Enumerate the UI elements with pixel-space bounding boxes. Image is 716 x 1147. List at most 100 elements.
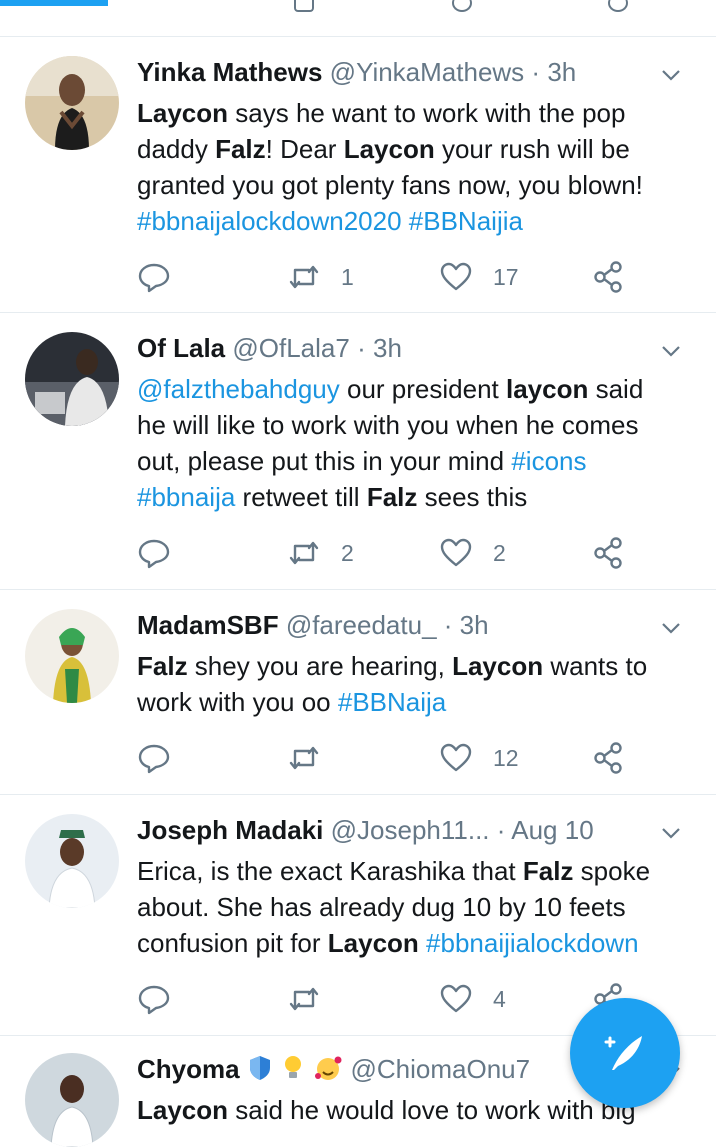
reply-button[interactable] — [137, 257, 191, 297]
chevron-down-icon[interactable] — [660, 340, 682, 362]
share-button[interactable] — [592, 533, 626, 573]
tweet-time[interactable]: 3h — [460, 610, 489, 640]
hashtag-link[interactable]: #bbnaijialockdown — [426, 928, 638, 958]
mention-keyword: laycon — [505, 374, 589, 404]
like-count: 12 — [493, 744, 519, 771]
like-count: 2 — [493, 539, 506, 566]
avatar[interactable] — [25, 814, 119, 908]
tweet-time[interactable]: 3h — [547, 57, 576, 87]
chevron-down-icon[interactable] — [660, 617, 682, 639]
like-button[interactable]: 17 — [439, 257, 519, 297]
heart-icon — [440, 743, 472, 772]
tweet-time[interactable]: 3h — [373, 333, 402, 363]
author-handle[interactable]: @ChiomaOnu7 — [351, 1054, 531, 1084]
retweet-count: 1 — [341, 263, 354, 290]
avatar[interactable] — [25, 1053, 119, 1147]
text-run: granted you got plenty fans now, you blo… — [137, 170, 643, 200]
chevron-down-icon[interactable] — [660, 822, 682, 844]
retweet-button[interactable] — [287, 979, 341, 1019]
heart-icon — [440, 262, 472, 291]
hashtag-link[interactable]: #bbnaijalockdown2020 — [137, 206, 402, 236]
hashtag-link[interactable]: #BBNaija — [338, 687, 446, 717]
text-run: our president — [339, 374, 506, 404]
text-run — [402, 206, 409, 236]
retweet-count: 2 — [341, 539, 354, 566]
like-button[interactable]: 2 — [439, 533, 506, 573]
text-run: your rush will be — [434, 134, 630, 164]
share-button[interactable] — [592, 257, 626, 297]
tweet-text-line: Erica, is the exact Karashika that Falz … — [137, 853, 686, 889]
like-button[interactable]: 4 — [439, 979, 506, 1019]
heart-icon — [452, 0, 472, 12]
retweet-icon — [289, 265, 319, 289]
retweet-button[interactable]: 1 — [287, 257, 354, 297]
text-run: retweet till — [235, 482, 367, 512]
tab-bar — [0, 0, 716, 37]
hashtag-link[interactable]: @falzthebahdguy — [137, 374, 340, 404]
author-handle[interactable]: @OfLala7 — [232, 333, 349, 363]
mention-keyword: Laycon — [452, 651, 544, 681]
tweet[interactable]: MadamSBF @fareedatu_ · 3h Falz shey you … — [0, 590, 716, 795]
mention-keyword: Laycon — [137, 1095, 229, 1125]
share-icon — [594, 261, 622, 293]
author-name[interactable]: MadamSBF — [137, 610, 279, 640]
tab-indicator — [0, 0, 108, 6]
avatar[interactable] — [25, 609, 119, 703]
author-name[interactable]: Yinka Mathews — [137, 57, 322, 87]
reply-icon — [138, 985, 170, 1015]
text-run: wants to — [543, 651, 648, 681]
reply-button[interactable] — [137, 979, 191, 1019]
tweet-text-line: #bbnaija retweet till Falz sees this — [137, 479, 686, 515]
tweet-header: Of Lala @OfLala7 · 3h — [137, 333, 402, 363]
hashtag-link[interactable]: #BBNaijia — [409, 206, 523, 236]
smiling-face-hearts-emoji-icon — [315, 1056, 342, 1080]
tweet-text-line: work with you oo #BBNaija — [137, 684, 686, 720]
reply-icon — [138, 744, 170, 774]
mention-keyword: Falz — [366, 482, 418, 512]
hashtag-link[interactable]: #bbnaija — [137, 482, 235, 512]
heart-icon — [440, 984, 472, 1013]
tweet[interactable]: Yinka Mathews @YinkaMathews · 3h Laycon … — [0, 37, 716, 313]
tweet-actions: 4 — [137, 979, 637, 1019]
avatar[interactable] — [25, 332, 119, 426]
author-name[interactable]: Of Lala — [137, 333, 225, 363]
hashtag-link[interactable]: #icons — [511, 446, 586, 476]
tweet[interactable]: Of Lala @OfLala7 · 3h @falzthebahdguy ou… — [0, 313, 716, 590]
text-run: sees this — [417, 482, 528, 512]
avatar[interactable] — [25, 56, 119, 150]
compose-tweet-button[interactable] — [570, 998, 680, 1108]
shield-emoji-icon — [249, 1056, 270, 1080]
share-icon — [594, 537, 622, 569]
author-handle[interactable]: @YinkaMathews — [330, 57, 525, 87]
retweet-button[interactable]: 2 — [287, 533, 354, 573]
mention-keyword: Falz — [215, 134, 266, 164]
share-icon — [608, 0, 628, 12]
tweet-header: Joseph Madaki @Joseph11... · Aug 10 — [137, 815, 594, 845]
author-handle[interactable]: @fareedatu_ — [286, 610, 437, 640]
tweet-actions: 2 2 — [137, 533, 637, 573]
share-button[interactable] — [592, 738, 626, 778]
author-handle[interactable]: @Joseph11... — [331, 815, 490, 845]
chevron-down-icon[interactable] — [660, 64, 682, 86]
text-run: spoke — [573, 856, 651, 886]
mention-keyword: Falz — [522, 856, 574, 886]
reply-button[interactable] — [137, 738, 191, 778]
tweet-text-line: @falzthebahdguy our president laycon sai… — [137, 371, 686, 407]
reply-icon — [138, 539, 170, 569]
tweet-text-line: confusion pit for Laycon #bbnaijialockdo… — [137, 925, 686, 961]
mention-keyword: Laycon — [327, 928, 419, 958]
lightbulb-emoji-icon — [285, 1056, 302, 1078]
text-run: he will like to work with you when he co… — [137, 410, 639, 440]
tweet-text-line: about. She has already dug 10 by 10 feet… — [137, 889, 686, 925]
tweet-text: Erica, is the exact Karashika that Falz … — [137, 853, 686, 961]
mention-keyword: Falz — [137, 651, 188, 681]
author-name[interactable]: Chyoma — [137, 1054, 240, 1084]
like-button[interactable]: 12 — [439, 738, 519, 778]
retweet-button[interactable] — [287, 738, 341, 778]
text-run: daddy — [137, 134, 216, 164]
tweet-time[interactable]: Aug 10 — [511, 815, 593, 845]
reply-button[interactable] — [137, 533, 191, 573]
author-name[interactable]: Joseph Madaki — [137, 815, 323, 845]
retweet-icon — [289, 987, 319, 1011]
tweet-text: Falz shey you are hearing, Laycon wants … — [137, 648, 686, 720]
